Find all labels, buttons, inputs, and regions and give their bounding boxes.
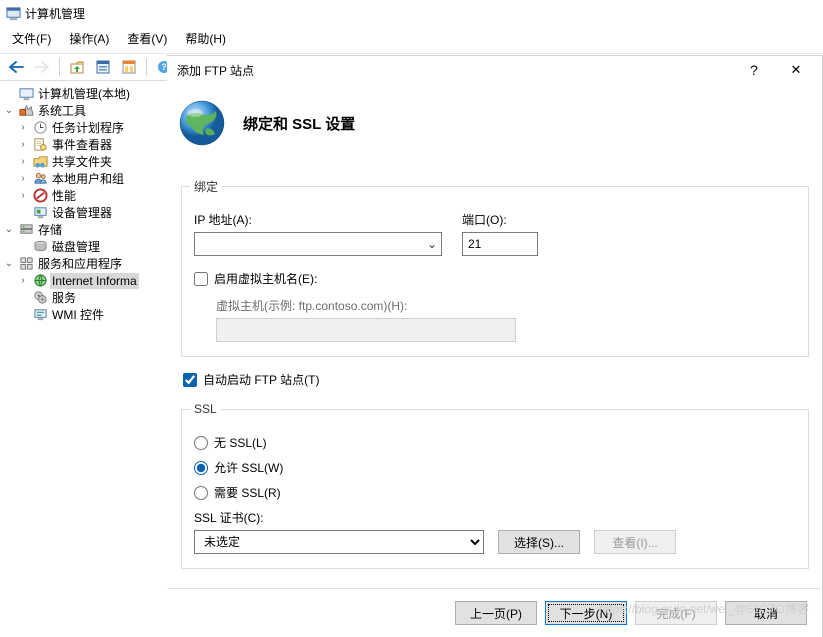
tree-wmi[interactable]: ›WMI 控件 (2, 306, 178, 323)
ssl-allow-label: 允许 SSL(W) (214, 459, 283, 476)
chevron-down-icon[interactable]: ⌄ (423, 233, 441, 255)
view-cert-button: 查看(I)... (594, 530, 676, 554)
binding-group: 绑定 IP 地址(A): ⌄ 端口(O): 启用虚拟主机名(E): (181, 178, 809, 357)
tree-devmgr[interactable]: ›设备管理器 (2, 204, 178, 221)
forward-button (30, 56, 54, 78)
menubar: 文件(F) 操作(A) 查看(V) 帮助(H) (0, 26, 823, 53)
virtual-host-label: 虚拟主机(示例: ftp.contoso.com)(H): (216, 299, 407, 313)
binding-legend: 绑定 (190, 178, 222, 195)
tree-storage[interactable]: ⌄存储 (2, 221, 178, 238)
app-titlebar: 计算机管理 (0, 0, 823, 26)
up-button[interactable] (65, 56, 89, 78)
ssl-group: SSL 无 SSL(L) 允许 SSL(W) 需要 SSL(R) SSL 证书(… (181, 402, 809, 569)
dialog-footer: 上一页(P) 下一步(N) 完成(F) 取消 (167, 588, 823, 637)
back-button[interactable] (4, 56, 28, 78)
dialog-titlebar: 添加 FTP 站点 ? (167, 56, 823, 84)
app-title: 计算机管理 (25, 5, 85, 22)
tree-diskmgmt[interactable]: ›磁盘管理 (2, 238, 178, 255)
menu-file[interactable]: 文件(F) (4, 28, 59, 49)
tree-services[interactable]: ›服务 (2, 289, 178, 306)
tree-localusers[interactable]: ›本地用户和组 (2, 170, 178, 187)
dialog-heading: 绑定和 SSL 设置 (243, 113, 355, 134)
tree-services-apps[interactable]: ⌄服务和应用程序 (2, 255, 178, 272)
toolbar-separator (59, 58, 60, 76)
select-cert-button[interactable]: 选择(S)... (498, 530, 580, 554)
tree-shared[interactable]: ›共享文件夹 (2, 153, 178, 170)
close-icon[interactable] (775, 57, 817, 83)
dialog-title: 添加 FTP 站点 (177, 62, 254, 79)
menu-view[interactable]: 查看(V) (119, 28, 175, 49)
tree-root[interactable]: ▾计算机管理(本地) (2, 85, 178, 102)
dialog-body: 绑定 IP 地址(A): ⌄ 端口(O): 启用虚拟主机名(E): (167, 178, 823, 588)
menu-action[interactable]: 操作(A) (61, 28, 117, 49)
enable-virtual-host-checkbox[interactable] (194, 272, 208, 286)
svg-text:?: ? (161, 62, 167, 72)
ssl-cert-select[interactable]: 未选定 (194, 530, 484, 554)
tree-pane: ▾计算机管理(本地) ⌄系统工具 ›任务计划程序 ›事件查看器 ›共享文件夹 ›… (0, 81, 181, 637)
help-button-icon[interactable]: ? (733, 57, 775, 83)
ip-address-label: IP 地址(A): (194, 211, 442, 228)
tree-eventviewer[interactable]: ›事件查看器 (2, 136, 178, 153)
add-ftp-site-dialog: 添加 FTP 站点 ? 绑定和 SSL 设置 绑定 IP 地址(A): (167, 55, 823, 637)
ssl-legend: SSL (190, 402, 221, 416)
prev-button[interactable]: 上一页(P) (455, 601, 537, 625)
port-label: 端口(O): (462, 211, 538, 228)
next-button[interactable]: 下一步(N) (545, 601, 627, 625)
tree-systools[interactable]: ⌄系统工具 (2, 102, 178, 119)
refresh-button[interactable] (117, 56, 141, 78)
toolbar-separator-2 (146, 58, 147, 76)
app-icon (6, 6, 21, 21)
virtual-host-input (216, 318, 516, 342)
port-input[interactable] (462, 232, 538, 256)
ssl-require-label: 需要 SSL(R) (214, 484, 281, 501)
autostart-checkbox[interactable] (183, 373, 197, 387)
ssl-cert-label: SSL 证书(C): (194, 511, 264, 525)
globe-icon (177, 98, 227, 148)
ssl-allow-radio[interactable] (194, 461, 208, 475)
enable-virtual-host-label: 启用虚拟主机名(E): (214, 270, 317, 287)
tree-perf[interactable]: ›性能 (2, 187, 178, 204)
finish-button: 完成(F) (635, 601, 717, 625)
ssl-none-label: 无 SSL(L) (214, 434, 267, 451)
menu-help[interactable]: 帮助(H) (177, 28, 234, 49)
tree-tasksched[interactable]: ›任务计划程序 (2, 119, 178, 136)
cancel-button[interactable]: 取消 (725, 601, 807, 625)
dialog-header: 绑定和 SSL 设置 (167, 84, 823, 178)
autostart-label: 自动启动 FTP 站点(T) (203, 371, 319, 388)
ssl-none-radio[interactable] (194, 436, 208, 450)
ssl-require-radio[interactable] (194, 486, 208, 500)
properties-button[interactable] (91, 56, 115, 78)
ip-address-input[interactable] (194, 232, 442, 256)
tree-iis[interactable]: ›Internet Informa (2, 272, 178, 289)
